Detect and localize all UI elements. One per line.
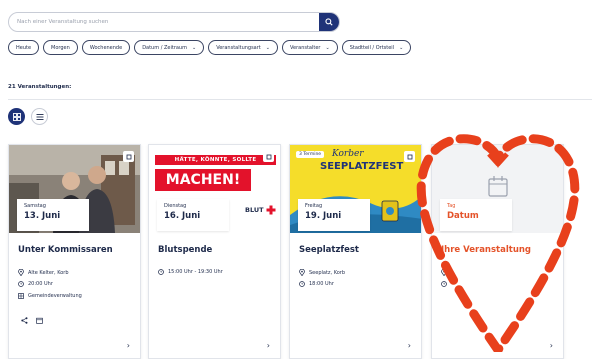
- filter-label: Morgen: [51, 44, 70, 51]
- view-toggle: [8, 108, 48, 125]
- filter-label: Heute: [16, 44, 32, 51]
- event-location: Alte Kelter, Korb: [18, 269, 69, 276]
- divider: [8, 99, 592, 100]
- calendar-icon: [488, 176, 508, 197]
- share-icon[interactable]: [21, 317, 28, 324]
- list-view-button[interactable]: [31, 108, 48, 125]
- event-organizer: Gemeindeverwaltung: [18, 293, 82, 299]
- event-title: Ihre Veranstaltung: [441, 245, 532, 255]
- event-date-text: 13. Juni: [24, 211, 61, 221]
- filter-bar: Heute Morgen Wochenende Datum / Zeitraum…: [8, 40, 412, 55]
- event-time-text: 15:00 Uhr - 19:30 Uhr: [168, 269, 223, 275]
- chevron-right-icon[interactable]: ›: [550, 341, 553, 350]
- clock-icon: [158, 269, 164, 275]
- filter-tomorrow[interactable]: Morgen: [43, 40, 78, 55]
- clock-icon: [18, 281, 24, 287]
- event-weekday: Freitag: [305, 203, 323, 209]
- bookmark-button[interactable]: [263, 151, 274, 162]
- event-actions: [21, 317, 43, 324]
- search-button[interactable]: [319, 13, 339, 31]
- poster-main: MACHEN!: [155, 169, 251, 191]
- event-weekday: Samstag: [24, 203, 46, 209]
- event-weekday: Dienstag: [164, 203, 187, 209]
- search-input[interactable]: [9, 13, 319, 31]
- event-card[interactable]: HÄTTE, KÖNNTE, SOLLTE MACHEN! BLUT Diens…: [148, 144, 281, 359]
- event-card[interactable]: Korber SEEPLATZFEST 3 Termine Freitag 19…: [289, 144, 422, 359]
- event-location-text: Alte Kelter, Korb: [28, 269, 69, 276]
- filter-organizer[interactable]: Veranstalter ⌄: [281, 40, 338, 55]
- chevron-down-icon: ⌄: [325, 44, 330, 51]
- event-time-text: 20:00 Uhr: [28, 281, 53, 287]
- clock-icon: [441, 281, 447, 287]
- event-time: 20:00 Uhr: [18, 281, 53, 287]
- filter-label: Datum / Zeitraum: [142, 44, 187, 51]
- event-time-text: 18:00 Uhr: [309, 281, 334, 287]
- list-icon: [36, 113, 43, 120]
- event-card[interactable]: Samstag 13. Juni Unter Kommissaren Alte …: [8, 144, 141, 359]
- event-date: Tag Datum: [440, 199, 512, 231]
- event-organizer-text: Gemeindeverwaltung: [28, 293, 82, 299]
- chevron-down-icon: ⌄: [265, 44, 270, 51]
- bookmark-icon: [126, 154, 131, 159]
- event-time: 18:00 Uhr: [299, 281, 334, 287]
- location-pin-icon: [299, 269, 305, 276]
- event-weekday: Tag: [447, 203, 456, 209]
- event-time: 15:00 Uhr - 19:30 Uhr: [158, 269, 223, 275]
- event-date: Samstag 13. Juni: [17, 199, 89, 231]
- red-cross-icon: [266, 205, 276, 215]
- poster-headline-main: MACHEN!: [165, 172, 241, 188]
- results-count: 21 Veranstaltungen:: [8, 84, 72, 90]
- event-title: Unter Kommissaren: [18, 245, 113, 255]
- event-location: Seeplatz, Korb: [299, 269, 345, 276]
- filter-label: Stadtteil / Ortsteil: [349, 44, 395, 51]
- building-icon: [18, 293, 24, 299]
- blood-logo: BLUT: [245, 205, 276, 215]
- event-date-text: 19. Juni: [305, 211, 342, 221]
- poster-line1: Korber: [332, 149, 364, 159]
- chevron-down-icon: ⌄: [399, 44, 404, 51]
- filter-label: Wochenende: [89, 44, 123, 51]
- bookmark-icon: [407, 154, 412, 159]
- filter-label: Veranstaltungsart: [216, 44, 261, 51]
- event-location-text: Seeplatz, Korb: [309, 269, 346, 276]
- chevron-right-icon[interactable]: ›: [408, 341, 411, 350]
- event-time: [441, 281, 451, 287]
- poster-headline-top: HÄTTE, KÖNNTE, SOLLTE: [174, 157, 257, 163]
- clock-icon: [299, 281, 305, 287]
- event-date: Dienstag 16. Juni: [157, 199, 229, 231]
- grid-icon: [12, 112, 21, 121]
- bookmark-icon: [266, 154, 271, 159]
- poster-line2: SEEPLATZFEST: [320, 161, 404, 172]
- filter-label: Veranstalter: [289, 44, 321, 51]
- dates-badge: 3 Termine: [296, 151, 325, 158]
- chevron-down-icon: ⌄: [191, 44, 197, 51]
- event-date-text: 16. Juni: [164, 211, 201, 221]
- poster-banner: HÄTTE, KÖNNTE, SOLLTE: [155, 155, 276, 165]
- chevron-right-icon[interactable]: ›: [127, 341, 130, 350]
- location-pin-icon: [441, 269, 447, 276]
- bookmark-button[interactable]: [123, 151, 134, 162]
- chevron-right-icon[interactable]: ›: [267, 341, 270, 350]
- filter-district[interactable]: Stadtteil / Ortsteil ⌄: [341, 40, 412, 55]
- filter-date-range[interactable]: Datum / Zeitraum ⌄: [134, 40, 205, 55]
- location-pin-icon: [18, 269, 24, 276]
- event-date: Freitag 19. Juni: [298, 199, 370, 231]
- filter-today[interactable]: Heute: [8, 40, 40, 55]
- grid-view-button[interactable]: [8, 108, 25, 125]
- event-card-placeholder[interactable]: Tag Datum Ihre Veranstaltung ›: [431, 144, 564, 359]
- search-bar: [8, 12, 340, 32]
- calendar-add-icon[interactable]: [36, 317, 43, 324]
- filter-weekend[interactable]: Wochenende: [81, 40, 131, 55]
- event-location: [441, 269, 451, 276]
- filter-event-type[interactable]: Veranstaltungsart ⌄: [208, 40, 278, 55]
- blood-logo-text: BLUT: [245, 206, 264, 214]
- event-date-text: Datum: [447, 211, 479, 221]
- search-icon: [325, 18, 333, 26]
- event-title: Blutspende: [158, 245, 213, 255]
- event-title: Seeplatzfest: [299, 245, 359, 255]
- bookmark-button[interactable]: [404, 151, 415, 162]
